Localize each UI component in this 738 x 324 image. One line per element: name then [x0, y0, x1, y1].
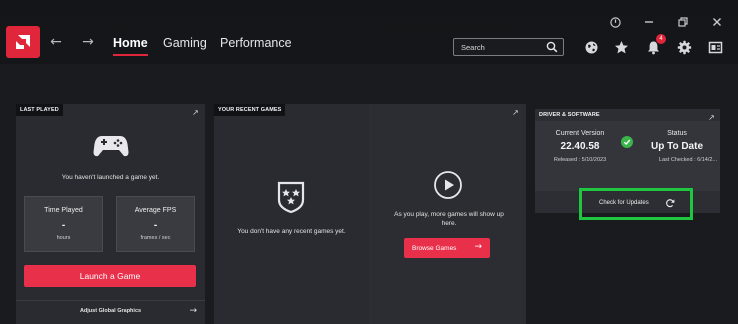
- last-played-card: LAST PLAYED ↗ You haven't launched a gam…: [16, 104, 205, 324]
- no-recent-games-message: You don't have any recent games yet.: [237, 228, 346, 235]
- refresh-icon: [666, 199, 675, 208]
- search-box: [453, 38, 564, 56]
- gamepad-icon: [93, 136, 129, 157]
- release-date: Released : 5/10/2023: [553, 157, 607, 163]
- check-for-updates-label: Check for Updates: [599, 200, 649, 206]
- screen: ← → Home Gaming Performance 4 LAST PLAYE…: [0, 0, 738, 324]
- recent-games-header: YOUR RECENT GAMES: [214, 104, 286, 116]
- recent-games-card: You don't have any recent games yet. As …: [214, 104, 526, 324]
- tab-performance[interactable]: Performance: [220, 36, 292, 50]
- gear-icon[interactable]: [676, 39, 692, 55]
- browse-games-button[interactable]: Browse Games →: [404, 238, 490, 258]
- average-fps-value: -: [153, 220, 158, 231]
- average-fps-label: Average FPS: [134, 207, 177, 214]
- play-circle-icon: [434, 171, 462, 199]
- top-navigation: ← → Home Gaming Performance 4: [0, 26, 738, 64]
- home-content: LAST PLAYED ↗ You haven't launched a gam…: [0, 64, 738, 324]
- no-game-message: You haven't launched a game yet.: [61, 174, 160, 181]
- arrow-right-icon: →: [189, 306, 197, 316]
- last-played-header: LAST PLAYED: [16, 104, 63, 116]
- average-fps-stat: Average FPS - frames / sec: [116, 196, 195, 252]
- play-more-message: As you play, more games will show up her…: [394, 211, 504, 227]
- launch-game-button[interactable]: Launch a Game: [24, 265, 196, 287]
- time-played-value: -: [61, 220, 66, 231]
- search-icon[interactable]: [546, 41, 558, 53]
- back-arrow-icon[interactable]: ←: [48, 34, 64, 50]
- recent-games-browse-panel: As you play, more games will show up her…: [371, 104, 526, 324]
- checkmark-icon: [621, 136, 633, 148]
- search-input[interactable]: [461, 42, 541, 52]
- panel-icon[interactable]: [707, 39, 723, 55]
- browse-games-label: Browse Games: [412, 244, 457, 252]
- arrow-right-icon: →: [474, 242, 482, 252]
- tab-home[interactable]: Home: [113, 36, 148, 56]
- bell-icon[interactable]: 4: [645, 34, 666, 55]
- globe-icon[interactable]: [583, 39, 599, 55]
- tab-gaming[interactable]: Gaming: [163, 36, 207, 50]
- forward-arrow-icon[interactable]: →: [80, 34, 96, 50]
- expand-icon[interactable]: ↗: [511, 108, 520, 117]
- time-played-label: Time Played: [44, 207, 83, 214]
- check-for-updates-button[interactable]: Check for Updates: [579, 195, 691, 211]
- adjust-global-graphics-link[interactable]: Adjust Global Graphics →: [16, 300, 205, 324]
- notification-badge: 4: [656, 34, 666, 44]
- time-played-unit: hours: [56, 235, 71, 241]
- last-checked: Last Checked : 6/14/2...: [658, 157, 717, 163]
- status-value: Up To Date: [650, 141, 704, 152]
- badge-shield-icon: [277, 181, 305, 214]
- average-fps-unit: frames / sec: [140, 235, 171, 241]
- recent-games-empty-panel: You don't have any recent games yet.: [214, 104, 369, 324]
- star-icon[interactable]: [613, 39, 629, 55]
- time-played-stat: Time Played - hours: [24, 196, 103, 252]
- adjust-global-graphics-label: Adjust Global Graphics: [79, 308, 142, 314]
- expand-icon[interactable]: ↗: [191, 108, 200, 117]
- driver-software-header: DRIVER & SOFTWARE: [539, 112, 600, 118]
- current-version-label: Current Version: [555, 130, 605, 137]
- status-label: Status: [667, 130, 687, 137]
- amd-logo-icon[interactable]: [6, 26, 40, 58]
- driver-version: 22.40.58: [560, 141, 600, 152]
- driver-software-card: DRIVER & SOFTWARE ↗ Current Version 22.4…: [535, 109, 720, 213]
